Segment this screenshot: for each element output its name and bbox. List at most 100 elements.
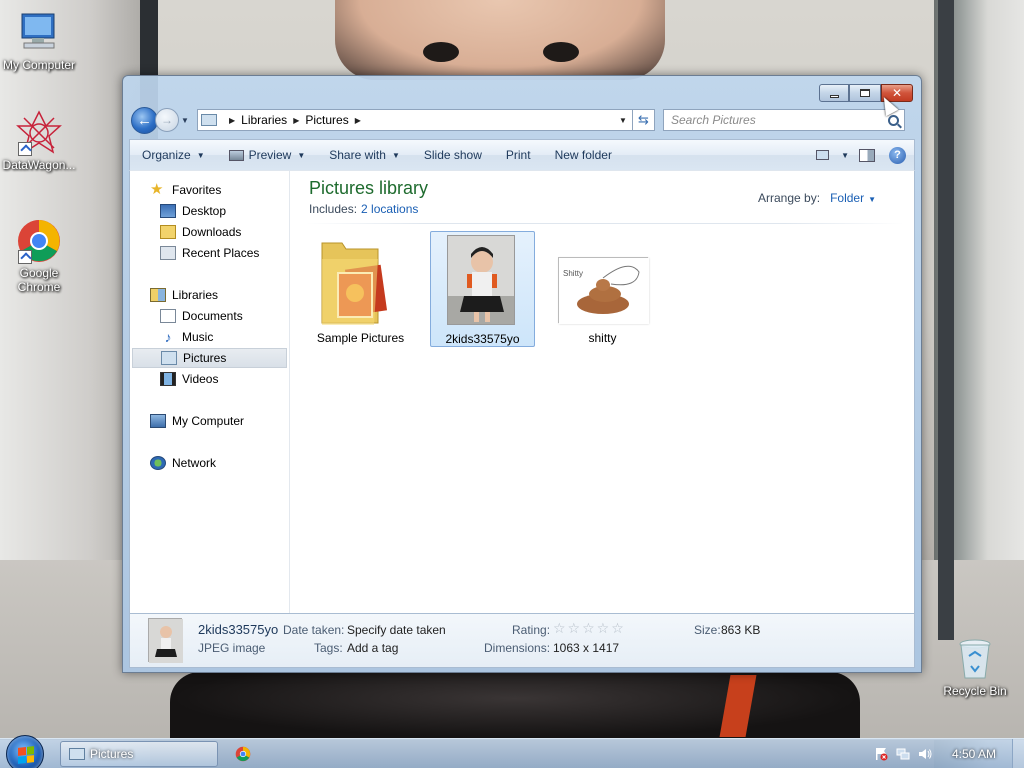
file-item-shitty[interactable]: Shitty shitty: [550, 231, 655, 347]
slide-show-label: Slide show: [423, 148, 482, 162]
nav-item-downloads[interactable]: Downloads: [160, 222, 241, 242]
desktop-icon-google-chrome[interactable]: Google Chrome: [0, 218, 78, 294]
search-box[interactable]: Search Pictures: [663, 109, 905, 131]
taskbar-item-chrome[interactable]: [232, 743, 254, 765]
search-icon[interactable]: [888, 114, 899, 126]
dimensions-value: 1063 x 1417: [553, 641, 620, 655]
address-bar[interactable]: ▶ Libraries ▶ Pictures ▶ ▼: [197, 109, 633, 131]
downloads-icon: [160, 225, 176, 239]
breadcrumb-arrow-icon[interactable]: ▶: [229, 116, 235, 125]
file-item-label: shitty: [588, 331, 617, 345]
network-tray-icon[interactable]: [896, 747, 910, 761]
desktop-icon-recycle-bin[interactable]: Recycle Bin: [936, 638, 1014, 698]
nav-item-recent-places[interactable]: Recent Places: [160, 243, 259, 263]
dimensions-label: Dimensions:: [484, 641, 551, 655]
preview-menu[interactable]: Preview ▼: [217, 140, 318, 170]
pictures-folder-icon: [201, 114, 217, 126]
new-folder-button[interactable]: New folder: [543, 140, 624, 170]
nav-item-label: Network: [172, 456, 217, 470]
shortcut-arrow-icon: [18, 250, 32, 264]
arrange-by: Arrange by: Folder ▼: [758, 191, 876, 205]
back-arrow-icon: ←: [137, 111, 152, 129]
forward-button[interactable]: →: [155, 108, 179, 132]
nav-item-favorites[interactable]: ★ Favorites: [150, 180, 221, 200]
refresh-button[interactable]: ⇆: [633, 109, 655, 131]
navigation-row: ← → ▼ ▶ Libraries ▶ Pictures ▶ ▼ ⇆ Searc…: [131, 106, 913, 134]
command-bar: Organize ▼ Preview ▼ Share with ▼ Slide sho…: [129, 139, 915, 170]
share-with-menu[interactable]: Share with ▼: [317, 140, 412, 170]
print-button[interactable]: Print: [494, 140, 543, 170]
recent-pages-dropdown[interactable]: ▼: [181, 116, 191, 125]
back-button[interactable]: ←: [131, 106, 158, 134]
desktop-icon-my-computer[interactable]: My Computer: [0, 10, 78, 72]
breadcrumb-arrow-icon[interactable]: ▶: [293, 116, 299, 125]
nav-item-libraries[interactable]: Libraries: [150, 285, 218, 305]
windows-logo-icon: [18, 746, 34, 764]
locations-link[interactable]: 2 locations: [361, 202, 418, 216]
nav-item-label: Music: [182, 330, 214, 344]
maximize-button[interactable]: [849, 84, 881, 102]
nav-item-music[interactable]: ♪ Music: [160, 327, 214, 347]
datawagon-icon: [16, 110, 62, 156]
chevron-down-icon[interactable]: ▼: [868, 195, 876, 204]
desktop-icon-datawagon[interactable]: DataWagon...: [0, 110, 78, 172]
desktop-icon-label: Google Chrome: [17, 266, 61, 294]
breadcrumb-libraries[interactable]: Libraries: [241, 113, 287, 127]
address-dropdown-icon[interactable]: ▼: [614, 116, 632, 125]
chevron-down-icon[interactable]: ▼: [841, 151, 849, 160]
help-icon[interactable]: ?: [889, 146, 906, 164]
computer-icon: [16, 10, 62, 56]
nav-item-label: Videos: [182, 372, 219, 386]
videos-icon: [160, 372, 176, 386]
rating-stars[interactable]: ☆☆☆☆☆: [553, 620, 626, 637]
nav-item-documents[interactable]: Documents: [160, 306, 243, 326]
caption-buttons: ✕: [819, 84, 913, 102]
recent-places-icon: [160, 246, 176, 260]
file-item-label: 2kids33575yo: [445, 332, 520, 346]
date-taken-label: Date taken:: [283, 623, 345, 637]
search-input[interactable]: Search Pictures: [671, 113, 756, 127]
organize-menu[interactable]: Organize ▼: [130, 140, 217, 170]
file-item-sample-pictures[interactable]: Sample Pictures: [308, 231, 413, 347]
maximize-icon: [860, 89, 870, 97]
nav-item-network[interactable]: Network: [150, 453, 216, 473]
date-taken-value[interactable]: Specify date taken: [347, 623, 446, 637]
nav-item-pictures[interactable]: Pictures: [132, 348, 287, 368]
recycle-bin-icon: [955, 638, 995, 682]
arrange-by-dropdown[interactable]: Folder: [830, 191, 864, 205]
folder-icon: [318, 237, 388, 327]
chevron-down-icon: ▼: [297, 150, 306, 160]
explorer-window[interactable]: ✕ ← → ▼ ▶ Libraries ▶ Pictures ▶ ▼ ⇆ Sea…: [122, 75, 922, 673]
tags-value[interactable]: Add a tag: [347, 641, 398, 655]
start-button[interactable]: [6, 735, 44, 768]
volume-icon[interactable]: [918, 747, 932, 761]
nav-item-label: Downloads: [182, 225, 242, 239]
desktop-wallpaper-dress: [170, 672, 860, 738]
clock[interactable]: 4:50 AM: [952, 747, 996, 761]
desktop-icon-label: My Computer: [2, 58, 76, 72]
breadcrumb-arrow-icon[interactable]: ▶: [355, 116, 361, 125]
new-folder-label: New folder: [554, 148, 612, 162]
minimize-button[interactable]: [819, 84, 849, 102]
shortcut-arrow-icon: [18, 142, 32, 156]
preview-pane-icon[interactable]: [859, 148, 875, 162]
show-desktop-button[interactable]: [1012, 739, 1024, 768]
file-item-2kids33575yo[interactable]: 2kids33575yo: [430, 231, 535, 347]
forward-arrow-icon: →: [161, 113, 173, 127]
nav-item-my-computer[interactable]: My Computer: [150, 411, 244, 431]
nav-item-videos[interactable]: Videos: [160, 369, 218, 389]
nav-item-label: Desktop: [182, 204, 227, 218]
slide-show-button[interactable]: Slide show: [412, 140, 494, 170]
breadcrumb-pictures[interactable]: Pictures: [305, 113, 348, 127]
nav-item-label: Documents: [182, 309, 243, 323]
nav-item-desktop[interactable]: Desktop: [160, 201, 226, 221]
content-area: ★ Favorites Desktop Downloads Recent Pla…: [129, 170, 915, 614]
details-file-name: 2kids33575yo: [198, 622, 279, 637]
image-thumbnail: [447, 235, 515, 325]
details-file-type: JPEG image: [198, 641, 266, 655]
details-pane: 2kids33575yo JPEG image Date taken: Spec…: [129, 614, 915, 668]
taskbar-item-pictures[interactable]: Pictures: [60, 741, 218, 767]
change-view-icon[interactable]: [816, 150, 830, 160]
action-center-flag-icon[interactable]: [874, 747, 888, 761]
print-label: Print: [505, 148, 531, 162]
